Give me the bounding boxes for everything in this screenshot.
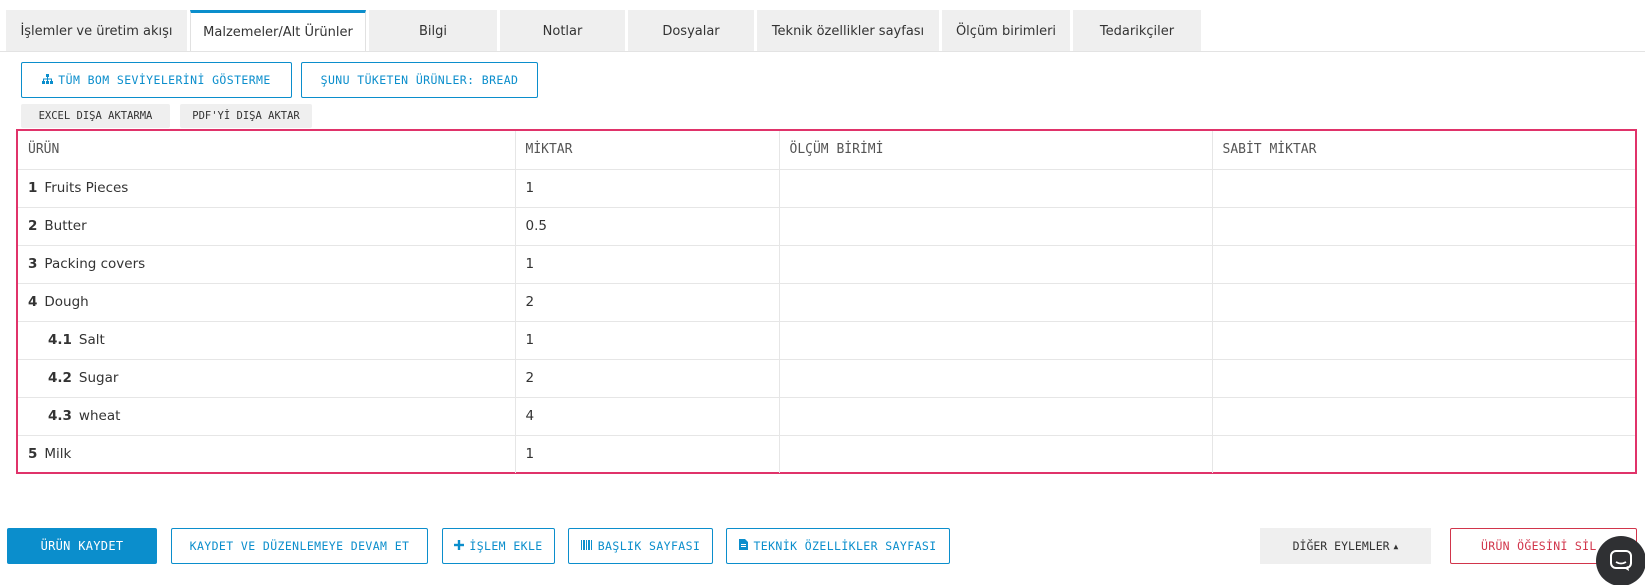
unit-cell[interactable] bbox=[779, 321, 1213, 360]
product-cell[interactable]: 2 Butter bbox=[18, 207, 516, 246]
row-number: 5 bbox=[28, 446, 38, 463]
product-name: Dough bbox=[44, 294, 89, 310]
product-name: Packing covers bbox=[44, 256, 146, 272]
tab-files[interactable]: Dosyalar bbox=[628, 10, 754, 52]
product-cell[interactable]: 5 Milk bbox=[18, 435, 516, 473]
tab-divider bbox=[0, 51, 1645, 52]
product-name: Butter bbox=[44, 218, 87, 234]
save-and-continue-label: KAYDET VE DÜZENLEMEYE DEVAM ET bbox=[189, 539, 410, 553]
column-header-unit[interactable]: ÖLÇÜM BİRİMİ bbox=[779, 131, 1213, 170]
product-name: Salt bbox=[78, 332, 105, 348]
table-row[interactable]: 4.3 wheat 4 bbox=[18, 397, 1635, 436]
table-row[interactable]: 4.2 Sugar 2 bbox=[18, 359, 1635, 398]
row-number: 4.3 bbox=[48, 408, 72, 424]
fixed-quantity-cell[interactable] bbox=[1212, 397, 1635, 436]
quantity-cell[interactable]: 2 bbox=[515, 283, 780, 322]
fixed-quantity-cell[interactable] bbox=[1212, 359, 1635, 398]
product-cell[interactable]: 4.2 Sugar bbox=[18, 359, 516, 398]
add-operation-label: İŞLEM EKLE bbox=[469, 539, 543, 553]
file-icon bbox=[739, 539, 749, 553]
sitemap-icon bbox=[42, 73, 54, 87]
table-row[interactable]: 4 Dough 2 bbox=[18, 283, 1635, 322]
header-page-label: BAŞLIK SAYFASI bbox=[597, 539, 701, 553]
column-header-fixed-quantity[interactable]: SABİT MİKTAR bbox=[1212, 131, 1635, 170]
quantity-cell[interactable]: 1 bbox=[515, 321, 780, 360]
product-cell[interactable]: 4 Dough bbox=[18, 283, 516, 322]
unit-cell[interactable] bbox=[779, 283, 1213, 322]
row-number: 2 bbox=[28, 218, 38, 234]
quantity-cell[interactable]: 1 bbox=[515, 245, 780, 284]
fixed-quantity-cell[interactable] bbox=[1212, 283, 1635, 322]
fixed-quantity-cell[interactable] bbox=[1212, 245, 1635, 284]
barcode-icon bbox=[580, 539, 593, 553]
tab-bar: İşlemler ve üretim akışı Malzemeler/Alt … bbox=[6, 10, 1201, 52]
tab-units[interactable]: Ölçüm birimleri bbox=[942, 10, 1070, 52]
show-all-bom-levels-button[interactable]: TÜM BOM SEVİYELERİNİ GÖSTERME bbox=[21, 62, 292, 98]
add-operation-button[interactable]: İŞLEM EKLE bbox=[442, 528, 555, 564]
unit-cell[interactable] bbox=[779, 397, 1213, 436]
product-cell[interactable]: 4.3 wheat bbox=[18, 397, 516, 436]
caret-up-icon: ▲ bbox=[1393, 541, 1399, 551]
unit-cell[interactable] bbox=[779, 435, 1213, 473]
tab-operations[interactable]: İşlemler ve üretim akışı bbox=[6, 10, 187, 52]
table-row[interactable]: 1 Fruits Pieces 1 bbox=[18, 169, 1635, 208]
product-cell[interactable]: 1 Fruits Pieces bbox=[18, 169, 516, 208]
row-number: 4.2 bbox=[48, 370, 72, 386]
plus-icon bbox=[454, 539, 465, 553]
unit-cell[interactable] bbox=[779, 207, 1213, 246]
row-number: 4 bbox=[28, 294, 38, 310]
table-row[interactable]: 5 Milk 1 bbox=[18, 435, 1635, 473]
spec-sheet-button[interactable]: TEKNİK ÖZELLİKLER SAYFASI bbox=[726, 528, 950, 564]
product-cell[interactable]: 4.1 Salt bbox=[18, 321, 516, 360]
save-product-button[interactable]: ÜRÜN KAYDET bbox=[7, 528, 157, 564]
header-page-button[interactable]: BAŞLIK SAYFASI bbox=[568, 528, 713, 564]
tab-spec-sheet[interactable]: Teknik özellikler sayfası bbox=[757, 10, 939, 52]
export-pdf-button[interactable]: PDF'Yİ DIŞA AKTAR bbox=[180, 104, 312, 128]
show-all-bom-levels-label: TÜM BOM SEVİYELERİNİ GÖSTERME bbox=[58, 73, 271, 87]
fixed-quantity-cell[interactable] bbox=[1212, 207, 1635, 246]
quantity-cell[interactable]: 1 bbox=[515, 169, 780, 208]
chat-icon[interactable] bbox=[1596, 536, 1645, 585]
unit-cell[interactable] bbox=[779, 359, 1213, 398]
spec-sheet-label: TEKNİK ÖZELLİKLER SAYFASI bbox=[753, 539, 937, 553]
quantity-cell[interactable]: 0.5 bbox=[515, 207, 780, 246]
other-actions-label: DİĞER EYLEMLER bbox=[1292, 539, 1390, 553]
table-row[interactable]: 3 Packing covers 1 bbox=[18, 245, 1635, 284]
other-actions-button[interactable]: DİĞER EYLEMLER ▲ bbox=[1260, 528, 1431, 564]
product-name: Milk bbox=[44, 446, 72, 463]
tab-notes[interactable]: Notlar bbox=[500, 10, 625, 52]
fixed-quantity-cell[interactable] bbox=[1212, 169, 1635, 208]
export-excel-button[interactable]: EXCEL DIŞA AKTARMA bbox=[21, 104, 170, 128]
consumers-label: ŞUNU TÜKETEN ÜRÜNLER: BREAD bbox=[320, 73, 519, 87]
row-number: 4.1 bbox=[48, 332, 72, 348]
fixed-quantity-cell[interactable] bbox=[1212, 321, 1635, 360]
unit-cell[interactable] bbox=[779, 169, 1213, 208]
quantity-cell[interactable]: 1 bbox=[515, 435, 780, 473]
product-name: Sugar bbox=[78, 370, 119, 386]
row-number: 3 bbox=[28, 256, 38, 272]
quantity-cell[interactable]: 2 bbox=[515, 359, 780, 398]
quantity-cell[interactable]: 4 bbox=[515, 397, 780, 436]
table-row[interactable]: 4.1 Salt 1 bbox=[18, 321, 1635, 360]
fixed-quantity-cell[interactable] bbox=[1212, 435, 1635, 473]
unit-cell[interactable] bbox=[779, 245, 1213, 284]
consumers-button[interactable]: ŞUNU TÜKETEN ÜRÜNLER: BREAD bbox=[301, 62, 538, 98]
table-row[interactable]: 2 Butter 0.5 bbox=[18, 207, 1635, 246]
tab-suppliers[interactable]: Tedarikçiler bbox=[1073, 10, 1201, 52]
table-header-row: ÜRÜN MİKTAR ÖLÇÜM BİRİMİ SABİT MİKTAR bbox=[18, 131, 1635, 170]
product-name: Fruits Pieces bbox=[44, 180, 129, 196]
tab-info[interactable]: Bilgi bbox=[369, 10, 497, 52]
column-header-quantity[interactable]: MİKTAR bbox=[515, 131, 780, 170]
column-header-product[interactable]: ÜRÜN bbox=[18, 131, 516, 170]
save-and-continue-button[interactable]: KAYDET VE DÜZENLEMEYE DEVAM ET bbox=[171, 528, 428, 564]
materials-table: ÜRÜN MİKTAR ÖLÇÜM BİRİMİ SABİT MİKTAR 1F… bbox=[16, 129, 1637, 474]
product-cell[interactable]: 3 Packing covers bbox=[18, 245, 516, 284]
product-name: wheat bbox=[78, 408, 121, 424]
tab-materials[interactable]: Malzemeler/Alt Ürünler bbox=[190, 10, 366, 52]
row-number: 1 bbox=[28, 180, 38, 196]
